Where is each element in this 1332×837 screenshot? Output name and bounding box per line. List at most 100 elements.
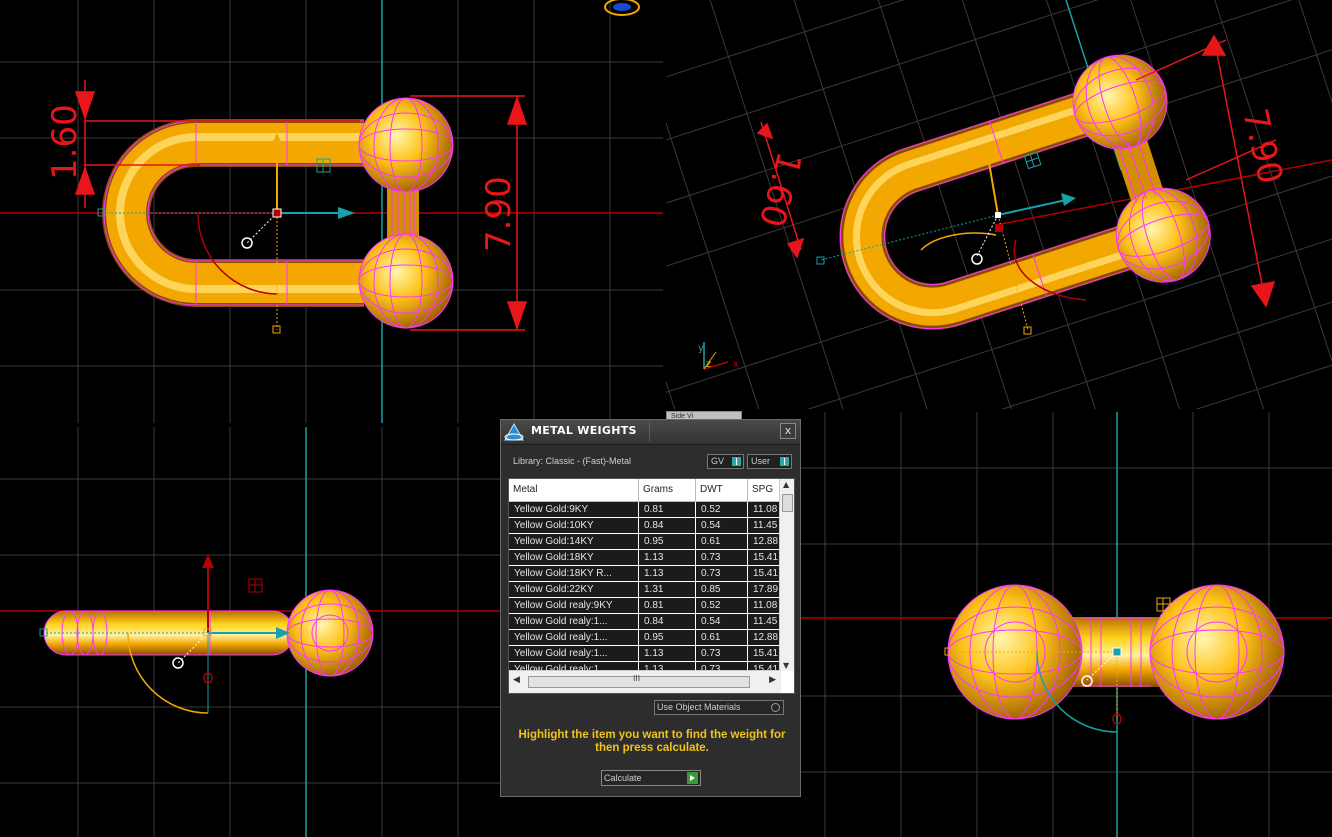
cell-grams: 0.95 <box>639 630 696 645</box>
viewport-top-right-canvas: 1.60 7.90 y x z <box>666 0 1332 409</box>
column-header-grams[interactable]: Grams <box>639 479 696 501</box>
cell-dwt: 0.73 <box>696 646 748 661</box>
axis-y-label: y <box>698 343 704 354</box>
table-row[interactable]: Yellow Gold:14KY 0.95 0.61 12.88 <box>509 534 781 550</box>
title-separator <box>649 422 650 442</box>
cell-dwt: 0.85 <box>696 582 748 597</box>
viewport-top-left[interactable]: 1.60 7.90 <box>0 0 663 423</box>
vertical-scrollbar[interactable]: ▲ ▼ <box>779 479 794 671</box>
dimension-small-label: 1.60 <box>751 148 809 231</box>
cell-metal: Yellow Gold realy:9KY <box>509 598 639 613</box>
table-row[interactable]: Yellow Gold realy:1... 0.84 0.54 11.45 <box>509 614 781 630</box>
radio-icon[interactable] <box>771 703 780 712</box>
table-body: Yellow Gold:9KY 0.81 0.52 11.08 Yellow Gold:… <box>509 502 781 670</box>
table-row[interactable]: Yellow Gold:22KY 1.31 0.85 17.89 <box>509 582 781 598</box>
axis-z-label: z <box>706 359 711 370</box>
panel-title: METAL WEIGHTS <box>531 424 637 437</box>
cell-spg: 15.41 <box>753 552 779 563</box>
cell-grams: 0.81 <box>639 502 696 517</box>
cell-dwt: 0.52 <box>696 598 748 613</box>
cell-spg: 11.08 <box>753 504 778 515</box>
table-row[interactable]: Yellow Gold realy:1... 0.95 0.61 12.88 <box>509 630 781 646</box>
cell-grams: 0.84 <box>639 614 696 629</box>
viewport-bottom-right[interactable]: z <box>801 412 1332 837</box>
cell-metal: Yellow Gold realy:1... <box>509 662 639 670</box>
cell-spg: 11.45 <box>753 616 778 627</box>
scroll-arrow-icon[interactable]: ▶ <box>769 675 776 685</box>
cell-metal: Yellow Gold realy:1... <box>509 614 639 629</box>
cell-dwt: 0.61 <box>696 630 748 645</box>
table-row[interactable]: Yellow Gold realy:1... 1.13 0.73 15.41 <box>509 646 781 662</box>
column-header-metal[interactable]: Metal <box>509 479 639 501</box>
logo-icon <box>504 422 524 441</box>
gv-toggle[interactable]: GV <box>707 454 744 469</box>
cell-spg: 15.41 <box>753 568 779 579</box>
use-object-materials-option[interactable]: Use Object Materials <box>654 700 784 715</box>
cell-metal: Yellow Gold:14KY <box>509 534 639 549</box>
cell-dwt: 0.73 <box>696 566 748 581</box>
column-header-dwt[interactable]: DWT <box>696 479 748 501</box>
cell-grams: 1.13 <box>639 566 696 581</box>
cell-grams: 0.95 <box>639 534 696 549</box>
table-header: Metal Grams DWT SPG <box>509 479 781 502</box>
toggle-icon <box>780 457 789 466</box>
cell-spg: 15.41 <box>753 664 779 670</box>
close-icon[interactable]: x <box>780 423 796 439</box>
use-object-materials-label: Use Object Materials <box>657 702 741 712</box>
cell-metal: Yellow Gold realy:1... <box>509 630 639 645</box>
axis-x-label: x <box>733 359 739 370</box>
scroll-arrow-icon[interactable]: ◀ <box>513 675 520 685</box>
cell-metal: Yellow Gold:10KY <box>509 518 639 533</box>
viewport-bottom-left[interactable] <box>0 427 500 837</box>
viewport-top-right[interactable]: 1.60 7.90 y x z <box>666 0 1332 409</box>
cell-metal: Yellow Gold:9KY <box>509 502 639 517</box>
instruction-text: Highlight the item you want to find the … <box>518 729 786 754</box>
metal-weights-panel: METAL WEIGHTS x Library: Classic - (Fast… <box>500 419 801 797</box>
viewport-top-left-canvas: 1.60 7.90 <box>0 0 663 423</box>
horizontal-scrollbar[interactable]: ◀ III ▶ <box>509 670 781 693</box>
scroll-thumb[interactable]: III <box>528 674 750 688</box>
cell-dwt: 0.52 <box>696 502 748 517</box>
cell-grams: 1.13 <box>639 646 696 661</box>
cell-metal: Yellow Gold:18KY <box>509 550 639 565</box>
calculate-button[interactable]: Calculate <box>601 770 701 786</box>
table-row[interactable]: Yellow Gold realy:9KY 0.81 0.52 11.08 <box>509 598 781 614</box>
cell-grams: 1.13 <box>639 662 696 670</box>
scroll-arrow-icon[interactable]: ▲ <box>783 480 789 489</box>
table-row[interactable]: Yellow Gold:9KY 0.81 0.52 11.08 <box>509 502 781 518</box>
cell-spg: 15.41 <box>753 648 779 659</box>
dimension-small-label: 1.60 <box>45 104 85 180</box>
play-icon <box>687 772 698 784</box>
library-label: Library: Classic - (Fast)-Metal <box>513 456 632 466</box>
cell-spg: 12.88 <box>753 632 779 643</box>
dimension-large-label: 7.90 <box>479 176 519 252</box>
cell-spg: 11.45 <box>753 520 778 531</box>
user-label: User <box>751 456 771 466</box>
table-row[interactable]: Yellow Gold realy:1... 1.13 0.73 15.41 <box>509 662 781 670</box>
cell-spg: 17.89 <box>753 584 779 595</box>
cell-dwt: 0.54 <box>696 518 748 533</box>
toggle-icon <box>732 457 741 466</box>
viewport-bottom-right-canvas: z <box>801 412 1332 837</box>
cell-metal: Yellow Gold realy:1... <box>509 646 639 661</box>
cell-dwt: 0.73 <box>696 662 748 670</box>
viewport-bottom-left-canvas <box>0 427 500 837</box>
cell-grams: 0.84 <box>639 518 696 533</box>
scroll-arrow-icon[interactable]: ▼ <box>783 661 789 670</box>
cell-metal: Yellow Gold:18KY R... <box>509 566 639 581</box>
cell-metal: Yellow Gold:22KY <box>509 582 639 597</box>
user-toggle[interactable]: User <box>747 454 792 469</box>
gv-label: GV <box>711 456 725 466</box>
cell-grams: 1.13 <box>639 550 696 565</box>
scroll-thumb[interactable] <box>782 494 793 512</box>
table-row[interactable]: Yellow Gold:10KY 0.84 0.54 11.45 <box>509 518 781 534</box>
dimension-large-label: 7.90 <box>1234 105 1290 188</box>
table-row[interactable]: Yellow Gold:18KY R... 1.13 0.73 15.41 <box>509 566 781 582</box>
cell-grams: 0.81 <box>639 598 696 613</box>
cell-spg: 12.88 <box>753 536 779 547</box>
metal-table[interactable]: Metal Grams DWT SPG Yellow Gold:9KY 0.81 0… <box>508 478 795 694</box>
cell-dwt: 0.54 <box>696 614 748 629</box>
calculate-label: Calculate <box>604 773 642 783</box>
table-row[interactable]: Yellow Gold:18KY 1.13 0.73 15.41 <box>509 550 781 566</box>
panel-titlebar[interactable]: METAL WEIGHTS x <box>501 420 800 445</box>
